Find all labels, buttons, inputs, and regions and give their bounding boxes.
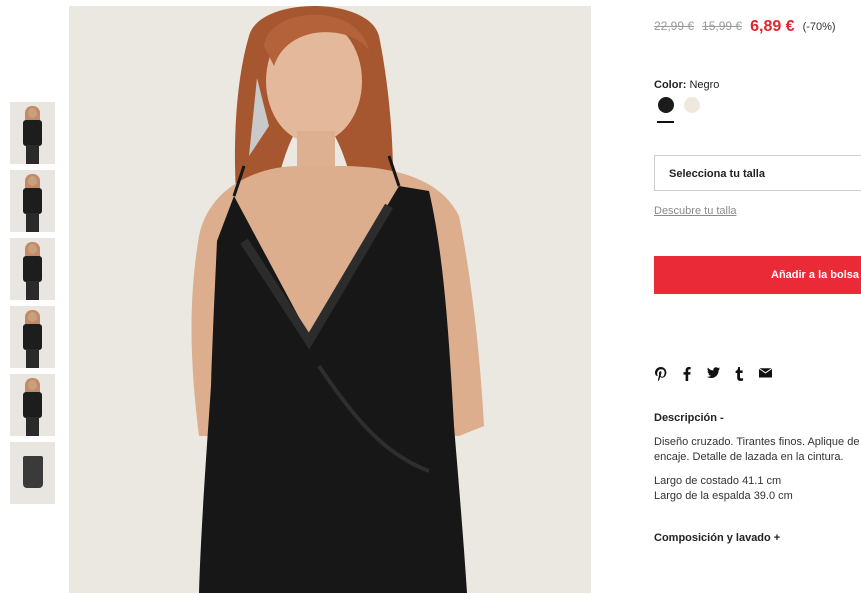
color-swatch-black[interactable]	[658, 97, 674, 113]
discount-badge: (-70%)	[802, 21, 836, 33]
thumbnail-5[interactable]	[10, 374, 55, 436]
thumbnail-gallery	[10, 102, 55, 510]
composition-title[interactable]: Composición y lavado +	[654, 532, 780, 544]
thumbnail-2[interactable]	[10, 170, 55, 232]
thumbnail-6[interactable]	[10, 442, 55, 504]
sale-price: 6,89 €	[750, 18, 795, 35]
size-guide-link[interactable]: Descubre tu talla	[654, 205, 737, 217]
original-price-1: 22,99 €	[654, 19, 695, 33]
thumbnail-4[interactable]	[10, 306, 55, 368]
color-label: Color: Negro	[654, 79, 719, 91]
description-title[interactable]: Descripción -	[654, 412, 724, 424]
size-select[interactable]: Selecciona tu talla	[654, 155, 861, 191]
tumblr-icon[interactable]	[732, 367, 746, 381]
twitter-icon[interactable]	[706, 367, 720, 381]
color-swatch-cream[interactable]	[684, 97, 700, 113]
thumbnail-1[interactable]	[10, 102, 55, 164]
add-to-bag-button[interactable]: Añadir a la bolsa	[654, 256, 861, 294]
measurement-side-length: Largo de costado 41.1 cm	[654, 475, 782, 487]
description-text: Diseño cruzado. Tirantes finos. Aplique …	[654, 436, 860, 463]
measurement-back-length: Largo de la espalda 39.0 cm	[654, 490, 793, 502]
color-value: Negro	[689, 79, 720, 91]
model-illustration	[69, 6, 591, 593]
selected-swatch-indicator	[657, 121, 674, 123]
email-icon[interactable]	[758, 367, 772, 381]
color-label-title: Color:	[654, 79, 687, 91]
thumbnail-3[interactable]	[10, 238, 55, 300]
facebook-icon[interactable]	[680, 367, 694, 381]
product-main-image[interactable]	[69, 6, 591, 593]
pinterest-icon[interactable]	[654, 367, 668, 381]
original-price-2: 15,99 €	[702, 19, 743, 33]
price-row: 22,99 € 15,99 € 6,89 € (-70%)	[654, 18, 836, 36]
